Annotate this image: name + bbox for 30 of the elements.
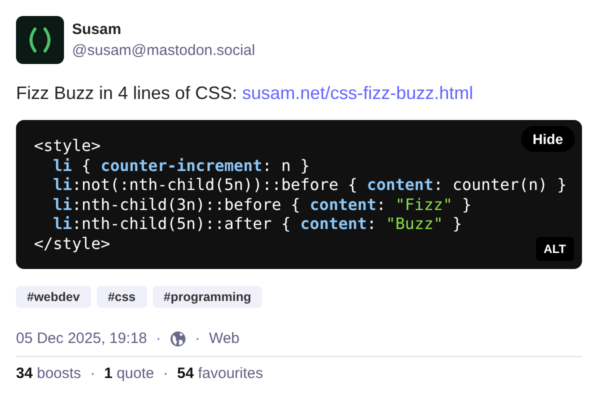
code-line: li:not(:nth-child(5n))::before { content: counter(n) } (53, 175, 567, 194)
separator: · (194, 330, 200, 347)
stat-label[interactable]: quote (116, 365, 154, 382)
post-text: Fizz Buzz in 4 lines of CSS: (16, 83, 238, 103)
stat-label[interactable]: boosts (36, 365, 82, 382)
hide-button[interactable]: Hide (520, 126, 575, 152)
separator: · (163, 365, 168, 382)
separator: · (156, 330, 161, 347)
globe-icon (170, 330, 186, 346)
stat-label[interactable]: favourites (198, 365, 264, 382)
author-name[interactable]: Susam (72, 21, 256, 38)
stat-count[interactable]: 1 (104, 365, 112, 382)
code-line: li { counter-increment: n } (53, 156, 310, 175)
avatar-icon[interactable] (16, 16, 64, 64)
post-source: Web (208, 330, 240, 347)
code-line: li:nth-child(3n)::before { content: "Fizz" } (53, 194, 472, 214)
post-date[interactable]: 05 Dec 2025, 19:18 (16, 330, 147, 347)
separator: · (90, 365, 96, 382)
code-line: <style> (34, 136, 101, 156)
author-handle[interactable]: @susam@mastodon.social (72, 42, 256, 59)
code-image[interactable]: <style> li { counter-increment: n } li:not(:nth-child(5n))::before { content: counter(n) } li:nth-child(3n)::before { content: "Fizz" } li:nth-child(5n)::after { content: "Buzz" } </style> Hide ALT (16, 120, 582, 269)
hashtag[interactable]: #css (96, 286, 147, 308)
post-link[interactable]: susam.net/css-fizz-buzz.html (242, 83, 474, 103)
code-line: li:nth-child(5n)::after { content: "Buzz" } (53, 214, 462, 234)
code-line: </style> (34, 234, 110, 253)
stat-count[interactable]: 54 (177, 365, 194, 382)
stat-count[interactable]: 34 (16, 365, 33, 382)
alt-button[interactable]: ALT (536, 237, 574, 261)
hashtag[interactable]: #webdev (16, 286, 91, 308)
hashtag[interactable]: #programming (152, 286, 262, 308)
